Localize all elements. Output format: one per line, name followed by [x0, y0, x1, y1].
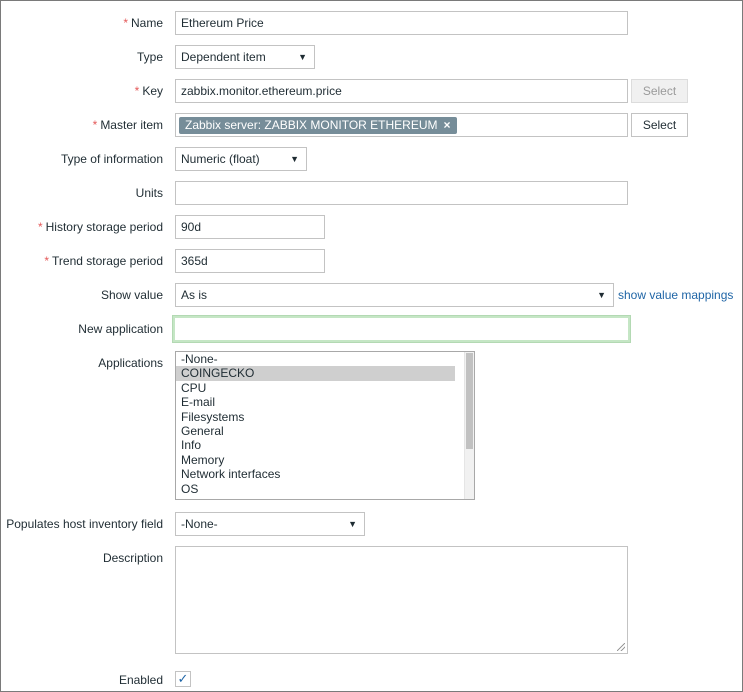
name-label: * Name	[123, 16, 163, 30]
units-label: Units	[135, 186, 163, 200]
required-marker: *	[134, 84, 140, 98]
master-item-tag: Zabbix server: ZABBIX MONITOR ETHEREUM ×	[179, 117, 457, 134]
enabled-checkbox[interactable]: ✓	[175, 671, 191, 687]
check-icon: ✓	[177, 671, 189, 686]
applications-listbox[interactable]: -None- COINGECKO CPU E-mail Filesystems …	[175, 351, 475, 500]
chevron-down-icon: ▼	[348, 519, 357, 529]
application-option[interactable]: Info	[176, 438, 455, 452]
trend-input[interactable]: 365d	[175, 249, 325, 273]
item-form: * Name Ethereum Price Type Dependent item…	[0, 0, 743, 692]
show-value-select[interactable]: As is ▼	[175, 283, 614, 307]
description-textarea[interactable]	[175, 546, 628, 654]
master-item-select-button[interactable]: Select	[631, 113, 688, 137]
type-label: Type	[136, 50, 163, 64]
key-select-button[interactable]: Select	[631, 79, 688, 103]
scrollbar-thumb[interactable]	[466, 353, 473, 449]
chevron-down-icon: ▼	[597, 290, 606, 300]
history-label: * History storage period	[37, 220, 163, 234]
required-marker: *	[37, 220, 43, 234]
application-option[interactable]: Memory	[176, 453, 455, 467]
key-input[interactable]: zabbix.monitor.ethereum.price	[175, 79, 628, 103]
inventory-select-value: -None-	[181, 517, 218, 531]
application-option[interactable]: Filesystems	[176, 410, 455, 424]
type-select[interactable]: Dependent item ▼	[175, 45, 315, 69]
application-option[interactable]: Network interfaces	[176, 467, 455, 481]
chevron-down-icon: ▼	[290, 154, 299, 164]
required-marker: *	[92, 118, 98, 132]
units-input[interactable]	[175, 181, 628, 205]
type-of-information-label: Type of information	[60, 152, 163, 166]
new-application-label: New application	[78, 322, 163, 336]
application-option[interactable]: -None-	[176, 352, 455, 366]
application-option[interactable]: General	[176, 424, 455, 438]
close-icon[interactable]: ×	[444, 118, 451, 132]
chevron-down-icon: ▼	[298, 52, 307, 62]
application-option[interactable]: CPU	[176, 381, 455, 395]
master-item-label: * Master item	[92, 118, 163, 132]
listbox-scrollbar[interactable]	[464, 352, 474, 499]
trend-label: * Trend storage period	[44, 254, 163, 268]
application-option[interactable]: E-mail	[176, 395, 455, 409]
history-input[interactable]: 90d	[175, 215, 325, 239]
type-of-information-value: Numeric (float)	[181, 152, 260, 166]
inventory-select[interactable]: -None- ▼	[175, 512, 365, 536]
resize-grip-icon[interactable]	[617, 643, 625, 651]
enabled-label: Enabled	[118, 673, 163, 687]
required-marker: *	[44, 254, 50, 268]
description-label: Description	[102, 551, 163, 565]
applications-label: Applications	[98, 356, 163, 370]
key-label: * Key	[134, 84, 163, 98]
name-input[interactable]: Ethereum Price	[175, 11, 628, 35]
required-marker: *	[123, 16, 128, 30]
application-option-selected[interactable]: COINGECKO	[176, 366, 455, 381]
type-select-value: Dependent item	[181, 50, 266, 64]
type-of-information-select[interactable]: Numeric (float) ▼	[175, 147, 307, 171]
new-application-input[interactable]	[172, 315, 631, 343]
show-value-label: Show value	[100, 288, 163, 302]
application-option[interactable]: OS	[176, 482, 455, 496]
show-value-select-value: As is	[181, 288, 208, 302]
show-value-mappings-link[interactable]: show value mappings	[618, 288, 733, 302]
inventory-label: Populates host inventory field	[6, 517, 163, 531]
